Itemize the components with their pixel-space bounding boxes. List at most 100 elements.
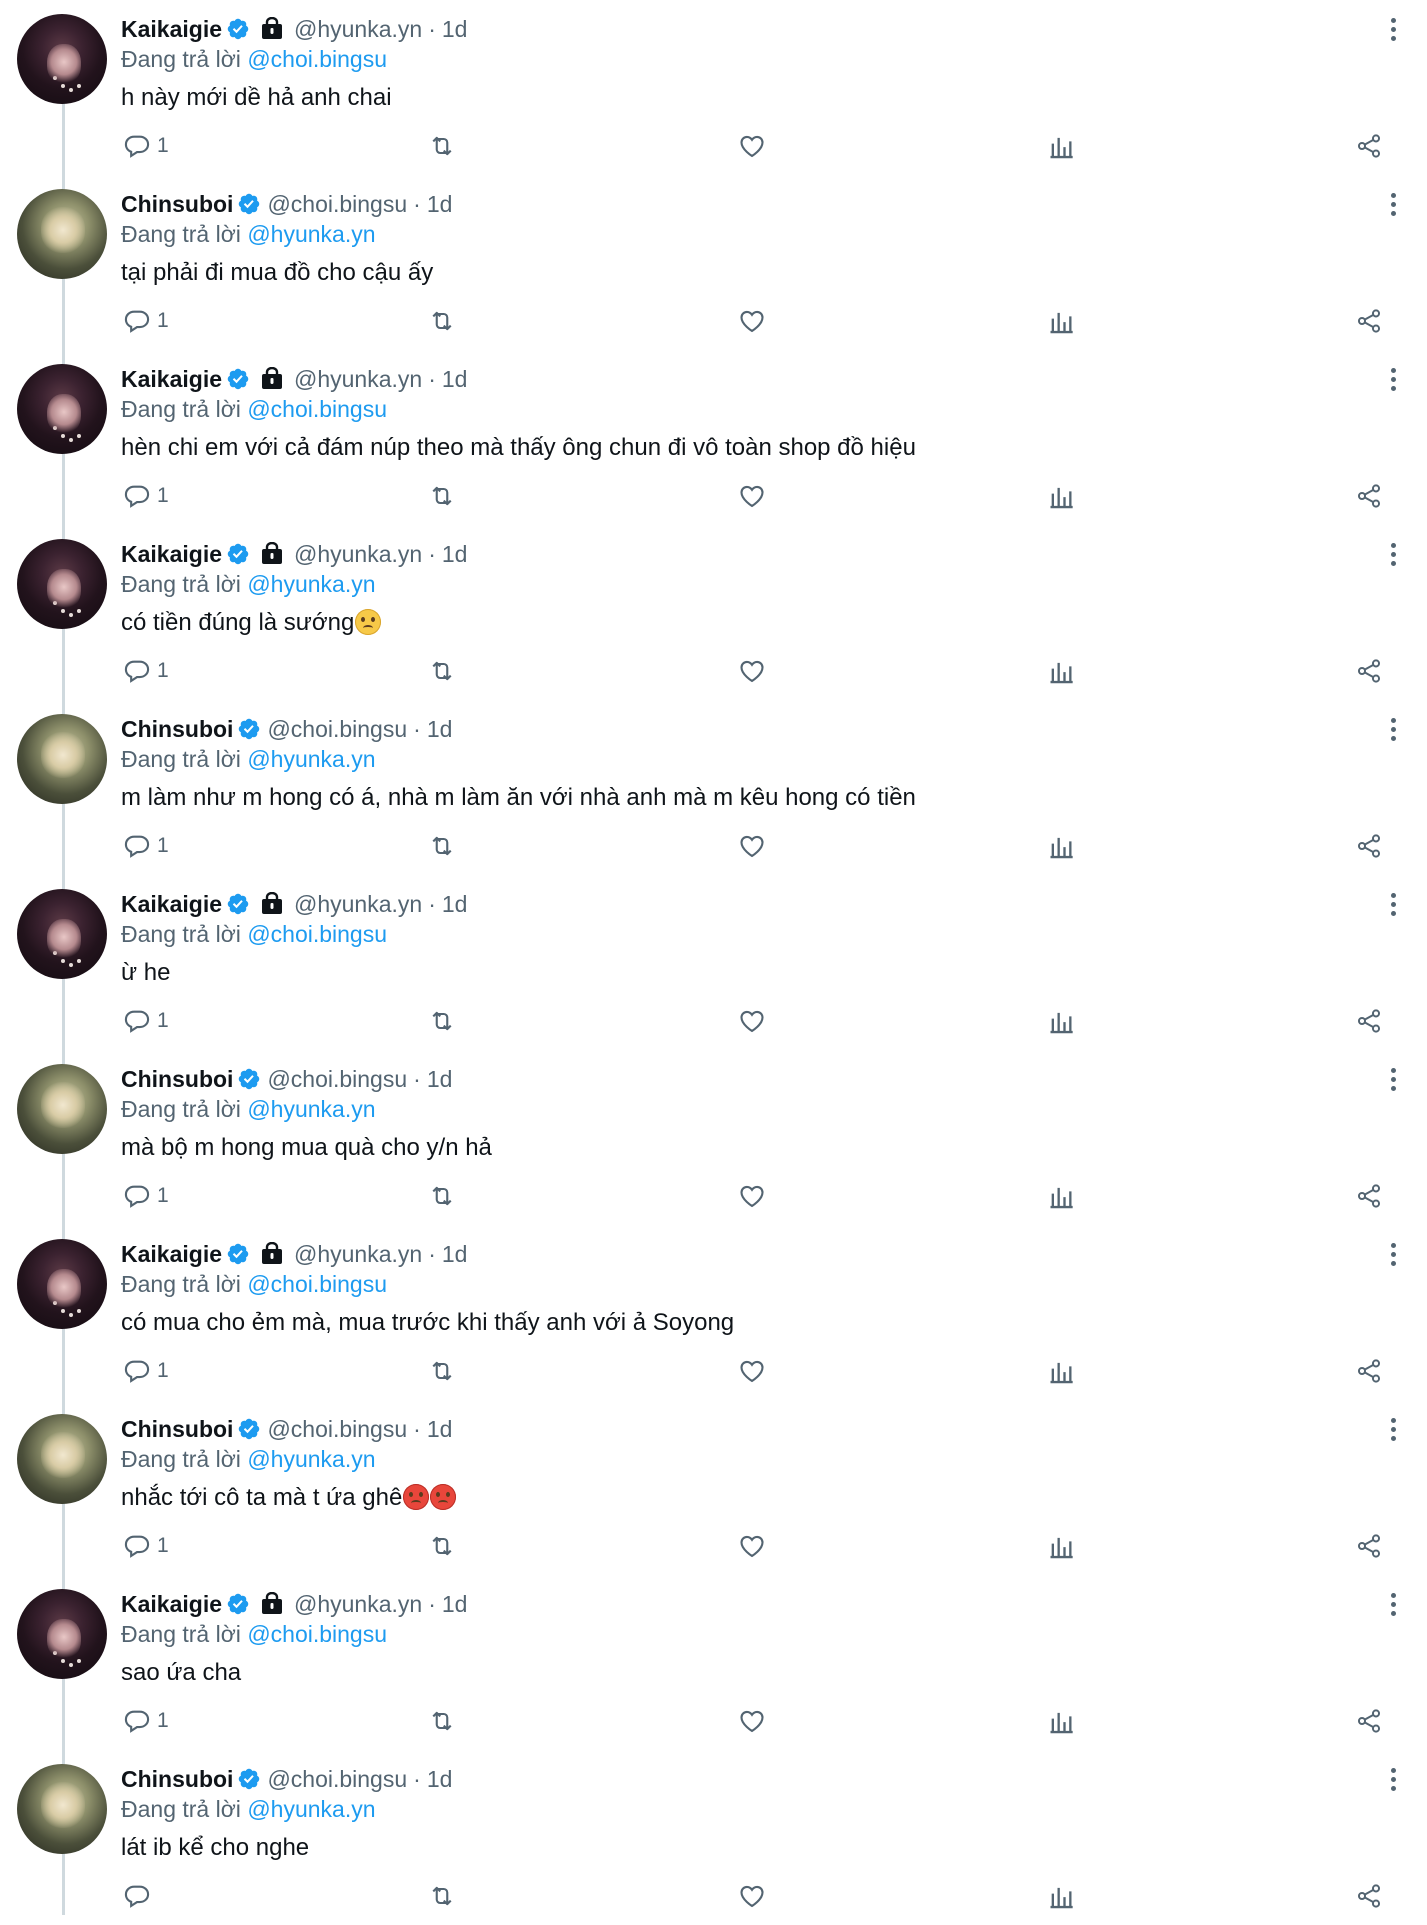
replying-to-handle[interactable]: @hyunka.yn bbox=[247, 221, 375, 247]
replying-to-handle[interactable]: @choi.bingsu bbox=[247, 46, 387, 72]
user-handle[interactable]: @hyunka.yn bbox=[294, 1239, 422, 1269]
retweet-button[interactable] bbox=[428, 1879, 456, 1913]
reply-button[interactable]: 1 bbox=[123, 1704, 169, 1738]
share-button[interactable] bbox=[1355, 1529, 1383, 1563]
user-handle[interactable]: @choi.bingsu bbox=[267, 1764, 407, 1794]
user-handle[interactable]: @hyunka.yn bbox=[294, 539, 422, 569]
avatar-chinsuboi[interactable] bbox=[17, 1764, 107, 1854]
retweet-button[interactable] bbox=[428, 654, 456, 688]
views-button[interactable] bbox=[1047, 479, 1075, 513]
reply-button[interactable]: 1 bbox=[123, 1529, 169, 1563]
user-handle[interactable]: @choi.bingsu bbox=[267, 1064, 407, 1094]
retweet-button[interactable] bbox=[428, 1004, 456, 1038]
display-name[interactable]: Kaikaigie bbox=[121, 1589, 222, 1619]
replying-to-handle[interactable]: @hyunka.yn bbox=[247, 746, 375, 772]
replying-to-handle[interactable]: @choi.bingsu bbox=[247, 921, 387, 947]
more-options-icon[interactable] bbox=[1389, 1243, 1397, 1267]
views-button[interactable] bbox=[1047, 1529, 1075, 1563]
replying-to-handle[interactable]: @choi.bingsu bbox=[247, 1621, 387, 1647]
replying-to-handle[interactable]: @choi.bingsu bbox=[247, 396, 387, 422]
reply-button[interactable]: 1 bbox=[123, 479, 169, 513]
avatar-chinsuboi[interactable] bbox=[17, 714, 107, 804]
replying-to-handle[interactable]: @hyunka.yn bbox=[247, 571, 375, 597]
user-handle[interactable]: @hyunka.yn bbox=[294, 889, 422, 919]
timestamp[interactable]: 1d bbox=[427, 1414, 453, 1444]
like-button[interactable] bbox=[738, 129, 766, 163]
share-button[interactable] bbox=[1355, 1179, 1383, 1213]
more-options-icon[interactable] bbox=[1389, 1593, 1397, 1617]
share-button[interactable] bbox=[1355, 654, 1383, 688]
display-name[interactable]: Chinsuboi bbox=[121, 1064, 233, 1094]
like-button[interactable] bbox=[738, 1704, 766, 1738]
views-button[interactable] bbox=[1047, 1879, 1075, 1913]
timestamp[interactable]: 1d bbox=[442, 1239, 468, 1269]
more-options-icon[interactable] bbox=[1389, 1068, 1397, 1092]
reply-button[interactable]: 1 bbox=[123, 829, 169, 863]
share-button[interactable] bbox=[1355, 1704, 1383, 1738]
user-handle[interactable]: @hyunka.yn bbox=[294, 1589, 422, 1619]
like-button[interactable] bbox=[738, 1529, 766, 1563]
display-name[interactable]: Kaikaigie bbox=[121, 539, 222, 569]
timestamp[interactable]: 1d bbox=[442, 364, 468, 394]
tweet-5[interactable]: Chinsuboi @choi.bingsu · 1d Đang trả lời… bbox=[0, 700, 1427, 875]
display-name[interactable]: Kaikaigie bbox=[121, 14, 222, 44]
share-button[interactable] bbox=[1355, 829, 1383, 863]
display-name[interactable]: Kaikaigie bbox=[121, 889, 222, 919]
more-options-icon[interactable] bbox=[1389, 543, 1397, 567]
reply-button[interactable]: 1 bbox=[123, 1354, 169, 1388]
views-button[interactable] bbox=[1047, 829, 1075, 863]
reply-button[interactable]: 1 bbox=[123, 1004, 169, 1038]
timestamp[interactable]: 1d bbox=[442, 1589, 468, 1619]
timestamp[interactable]: 1d bbox=[442, 539, 468, 569]
more-options-icon[interactable] bbox=[1389, 193, 1397, 217]
timestamp[interactable]: 1d bbox=[427, 714, 453, 744]
more-options-icon[interactable] bbox=[1389, 18, 1397, 42]
tweet-1[interactable]: Kaikaigie @hyunka.yn · 1d Đang trả lời @… bbox=[0, 0, 1427, 175]
timestamp[interactable]: 1d bbox=[442, 889, 468, 919]
like-button[interactable] bbox=[738, 829, 766, 863]
replying-to-handle[interactable]: @hyunka.yn bbox=[247, 1446, 375, 1472]
avatar-chinsuboi[interactable] bbox=[17, 1414, 107, 1504]
avatar-kaikaigie[interactable] bbox=[17, 364, 107, 454]
more-options-icon[interactable] bbox=[1389, 718, 1397, 742]
like-button[interactable] bbox=[738, 1879, 766, 1913]
display-name[interactable]: Chinsuboi bbox=[121, 714, 233, 744]
more-options-icon[interactable] bbox=[1389, 1418, 1397, 1442]
share-button[interactable] bbox=[1355, 1879, 1383, 1913]
reply-button[interactable]: 1 bbox=[123, 654, 169, 688]
retweet-button[interactable] bbox=[428, 1354, 456, 1388]
avatar-kaikaigie[interactable] bbox=[17, 14, 107, 104]
avatar-chinsuboi[interactable] bbox=[17, 1064, 107, 1154]
display-name[interactable]: Kaikaigie bbox=[121, 364, 222, 394]
display-name[interactable]: Chinsuboi bbox=[121, 1764, 233, 1794]
retweet-button[interactable] bbox=[428, 304, 456, 338]
retweet-button[interactable] bbox=[428, 829, 456, 863]
share-button[interactable] bbox=[1355, 479, 1383, 513]
like-button[interactable] bbox=[738, 1004, 766, 1038]
reply-button[interactable]: 1 bbox=[123, 304, 169, 338]
retweet-button[interactable] bbox=[428, 1179, 456, 1213]
avatar-kaikaigie[interactable] bbox=[17, 1239, 107, 1329]
retweet-button[interactable] bbox=[428, 1704, 456, 1738]
timestamp[interactable]: 1d bbox=[427, 189, 453, 219]
replying-to-handle[interactable]: @choi.bingsu bbox=[247, 1271, 387, 1297]
tweet-9[interactable]: Chinsuboi @choi.bingsu · 1d Đang trả lời… bbox=[0, 1400, 1427, 1575]
views-button[interactable] bbox=[1047, 129, 1075, 163]
share-button[interactable] bbox=[1355, 304, 1383, 338]
display-name[interactable]: Chinsuboi bbox=[121, 1414, 233, 1444]
timestamp[interactable]: 1d bbox=[427, 1764, 453, 1794]
tweet-10[interactable]: Kaikaigie @hyunka.yn · 1d Đang trả lời @… bbox=[0, 1575, 1427, 1750]
like-button[interactable] bbox=[738, 1179, 766, 1213]
views-button[interactable] bbox=[1047, 654, 1075, 688]
tweet-3[interactable]: Kaikaigie @hyunka.yn · 1d Đang trả lời @… bbox=[0, 350, 1427, 525]
tweet-4[interactable]: Kaikaigie @hyunka.yn · 1d Đang trả lời @… bbox=[0, 525, 1427, 700]
views-button[interactable] bbox=[1047, 1354, 1075, 1388]
replying-to-handle[interactable]: @hyunka.yn bbox=[247, 1096, 375, 1122]
more-options-icon[interactable] bbox=[1389, 368, 1397, 392]
reply-button[interactable] bbox=[123, 1879, 151, 1913]
avatar-kaikaigie[interactable] bbox=[17, 1589, 107, 1679]
avatar-chinsuboi[interactable] bbox=[17, 189, 107, 279]
retweet-button[interactable] bbox=[428, 479, 456, 513]
user-handle[interactable]: @choi.bingsu bbox=[267, 189, 407, 219]
timestamp[interactable]: 1d bbox=[427, 1064, 453, 1094]
